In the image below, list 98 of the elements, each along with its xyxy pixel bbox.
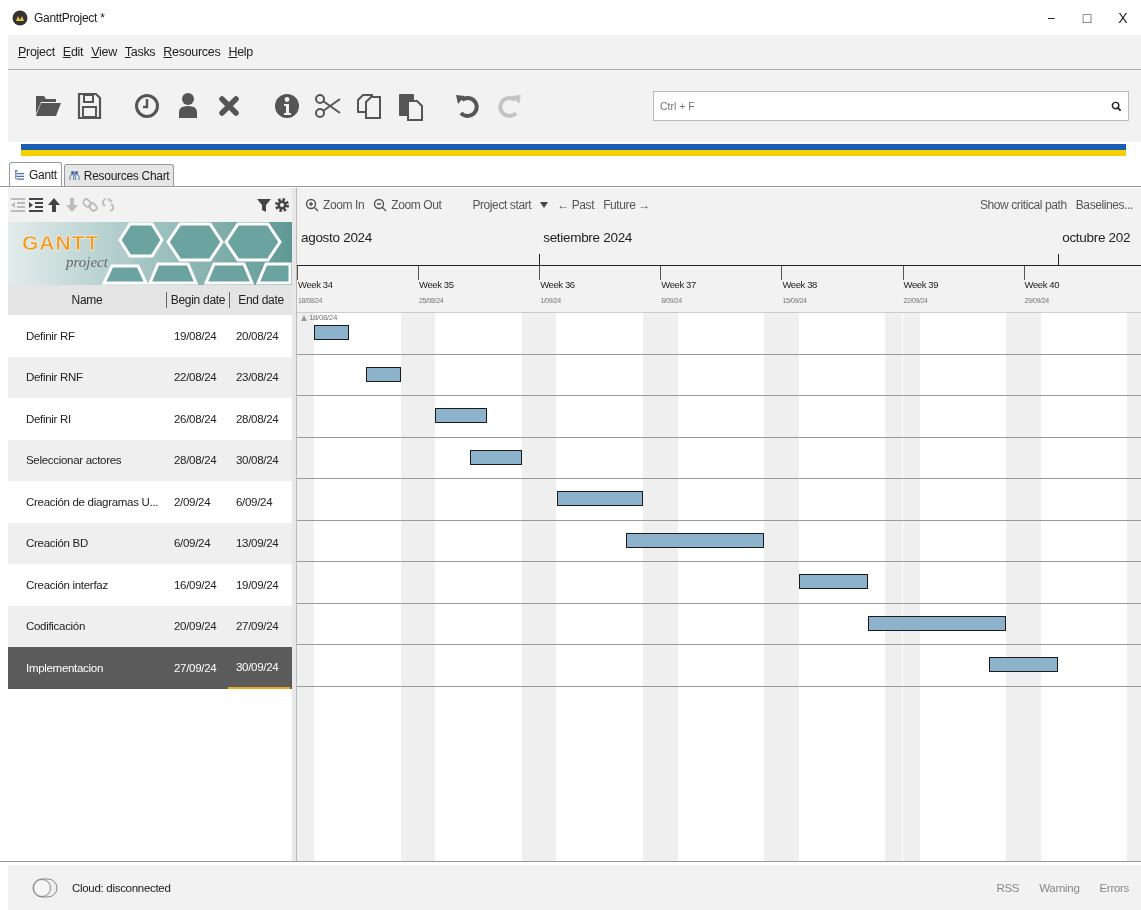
zoom-out-button[interactable]: Zoom Out <box>373 198 442 212</box>
week-label: Week 35 <box>419 279 454 290</box>
window-title: GanttProject * <box>34 10 105 25</box>
task-bar[interactable] <box>556 491 643 506</box>
task-name-cell-text: Seleccionar actores <box>25 453 123 469</box>
indent-icon <box>28 197 44 213</box>
end-date-cell-text: 27/09/24 <box>235 619 280 635</box>
column-header[interactable]: Begin date <box>167 292 230 308</box>
menu-item[interactable]: View <box>91 45 117 59</box>
begin-date-cell-text: 6/09/24 <box>173 536 212 552</box>
window-control-button[interactable]: □ <box>1069 9 1105 26</box>
search-field[interactable]: Ctrl + F <box>653 91 1129 121</box>
people-icon <box>68 170 80 181</box>
window-control-button[interactable]: − <box>1033 9 1069 26</box>
task-bar[interactable] <box>470 449 522 465</box>
end-date-cell: 30/09/24 <box>228 647 290 689</box>
zoom-in-button[interactable]: Zoom In <box>305 198 365 212</box>
begin-date-cell-text: 2/09/24 <box>173 494 212 510</box>
task-toolbar-button[interactable] <box>28 197 44 213</box>
app-logo-icon <box>12 9 28 26</box>
menu-item[interactable]: Edit <box>62 45 84 59</box>
down-arrow-icon <box>64 197 80 213</box>
task-toolbar-button[interactable] <box>46 197 62 213</box>
zoom-in-icon <box>305 198 319 212</box>
week-label: Week 39 <box>903 279 939 290</box>
column-header[interactable]: Name <box>8 292 167 308</box>
week-label: Week 38 <box>782 279 817 290</box>
past-button[interactable]: ← Past <box>557 198 595 212</box>
filter-icon <box>256 197 272 213</box>
up-arrow-icon <box>46 197 62 213</box>
tab[interactable]: Resources Chart <box>63 164 175 186</box>
baselines-button[interactable]: Baselines... <box>1075 198 1133 212</box>
start-date-label: 18/08/24 <box>309 313 337 323</box>
task-bar[interactable] <box>366 366 401 382</box>
search-icon <box>1111 101 1122 112</box>
tab[interactable]: Gantt <box>9 162 62 186</box>
task-bar[interactable] <box>989 657 1059 672</box>
task-bar[interactable] <box>435 408 488 423</box>
menu-item[interactable]: Help <box>228 45 253 59</box>
week-label: Week 34 <box>298 279 333 290</box>
menu-item[interactable]: Project <box>18 45 55 59</box>
end-date-cell-text: 28/08/24 <box>235 411 280 427</box>
task-bar[interactable] <box>798 574 868 589</box>
task-name-cell-text: Definir RNF <box>25 370 84 386</box>
project-start-button[interactable]: Project start <box>472 198 532 212</box>
future-button[interactable]: Future → <box>603 198 650 212</box>
task-name-cell-text: Definir RF <box>25 328 76 344</box>
begin-date-cell-text: 16/09/24 <box>173 577 218 593</box>
start-marker-icon <box>301 315 307 321</box>
end-date-cell-text: 13/09/24 <box>235 536 280 552</box>
begin-date-cell-text: 28/08/24 <box>173 453 218 469</box>
task-name-cell-text: Creación interfaz <box>25 577 109 593</box>
task-row[interactable]: Definir RNF 22/08/24 23/08/24 <box>8 356 292 398</box>
task-name-cell-text: Creación de diagramas U... <box>25 494 160 510</box>
task-row[interactable]: Seleccionar actores 28/08/24 30/08/24 <box>8 439 292 481</box>
month-label: octubre 202 <box>1062 230 1131 245</box>
month-label: setiembre 2024 <box>543 230 633 245</box>
task-bar[interactable] <box>867 615 1007 631</box>
week-label: Week 36 <box>540 279 575 290</box>
logo-title: GANTT <box>22 231 100 255</box>
column-header[interactable]: End date <box>230 292 292 308</box>
task-toolbar-button[interactable] <box>256 197 272 213</box>
window-control-button[interactable]: X <box>1105 9 1141 26</box>
broken-link-icon <box>100 197 116 213</box>
begin-date-cell-text: 27/09/24 <box>173 660 218 676</box>
task-bar[interactable] <box>625 532 765 548</box>
task-row[interactable]: Implementacion 27/09/24 30/09/24 <box>8 647 292 689</box>
cloud-status: Cloud: disconnected <box>72 881 171 894</box>
end-date-cell-text: 20/08/24 <box>235 328 280 344</box>
task-toolbar-button[interactable] <box>274 197 290 213</box>
task-name-cell-text: Creación BD <box>25 536 89 552</box>
begin-date-cell-text: 26/08/24 <box>173 411 218 427</box>
end-date-cell-text: 19/09/24 <box>235 577 280 593</box>
week-label: Week 37 <box>661 279 696 290</box>
task-row[interactable]: Creación BD 6/09/24 13/09/24 <box>8 522 292 564</box>
begin-date-cell-text: 22/08/24 <box>173 370 218 386</box>
menu-item[interactable]: Tasks <box>124 45 156 59</box>
task-name-cell-text: Codificación <box>25 619 87 635</box>
month-label: agosto 2024 <box>301 230 373 245</box>
zoom-out-icon <box>373 198 388 212</box>
dropdown-caret-icon[interactable] <box>540 202 549 208</box>
week-label: Week 40 <box>1024 279 1060 290</box>
link-icon <box>82 197 98 213</box>
tree-list-icon <box>14 169 25 180</box>
begin-date-cell-text: 19/08/24 <box>173 328 218 344</box>
end-date-cell-text: 6/09/24 <box>235 494 274 510</box>
critical-path-button[interactable]: Show critical path <box>979 198 1067 212</box>
toggle-switch-icon[interactable] <box>32 877 58 898</box>
logo-subtitle: project <box>66 254 108 271</box>
end-date-cell-text: 23/08/24 <box>235 370 280 386</box>
task-name-cell-text: Implementacion <box>25 660 104 676</box>
outdent-icon <box>10 197 26 213</box>
task-name-cell-text: Definir RI <box>25 411 72 427</box>
begin-date-cell-text: 20/09/24 <box>173 619 218 635</box>
menu-item[interactable]: Resources <box>163 45 221 59</box>
task-row[interactable]: Codificación 20/09/24 27/09/24 <box>8 605 292 647</box>
task-bar[interactable] <box>314 325 349 340</box>
end-date-cell-text: 30/08/24 <box>235 453 280 469</box>
